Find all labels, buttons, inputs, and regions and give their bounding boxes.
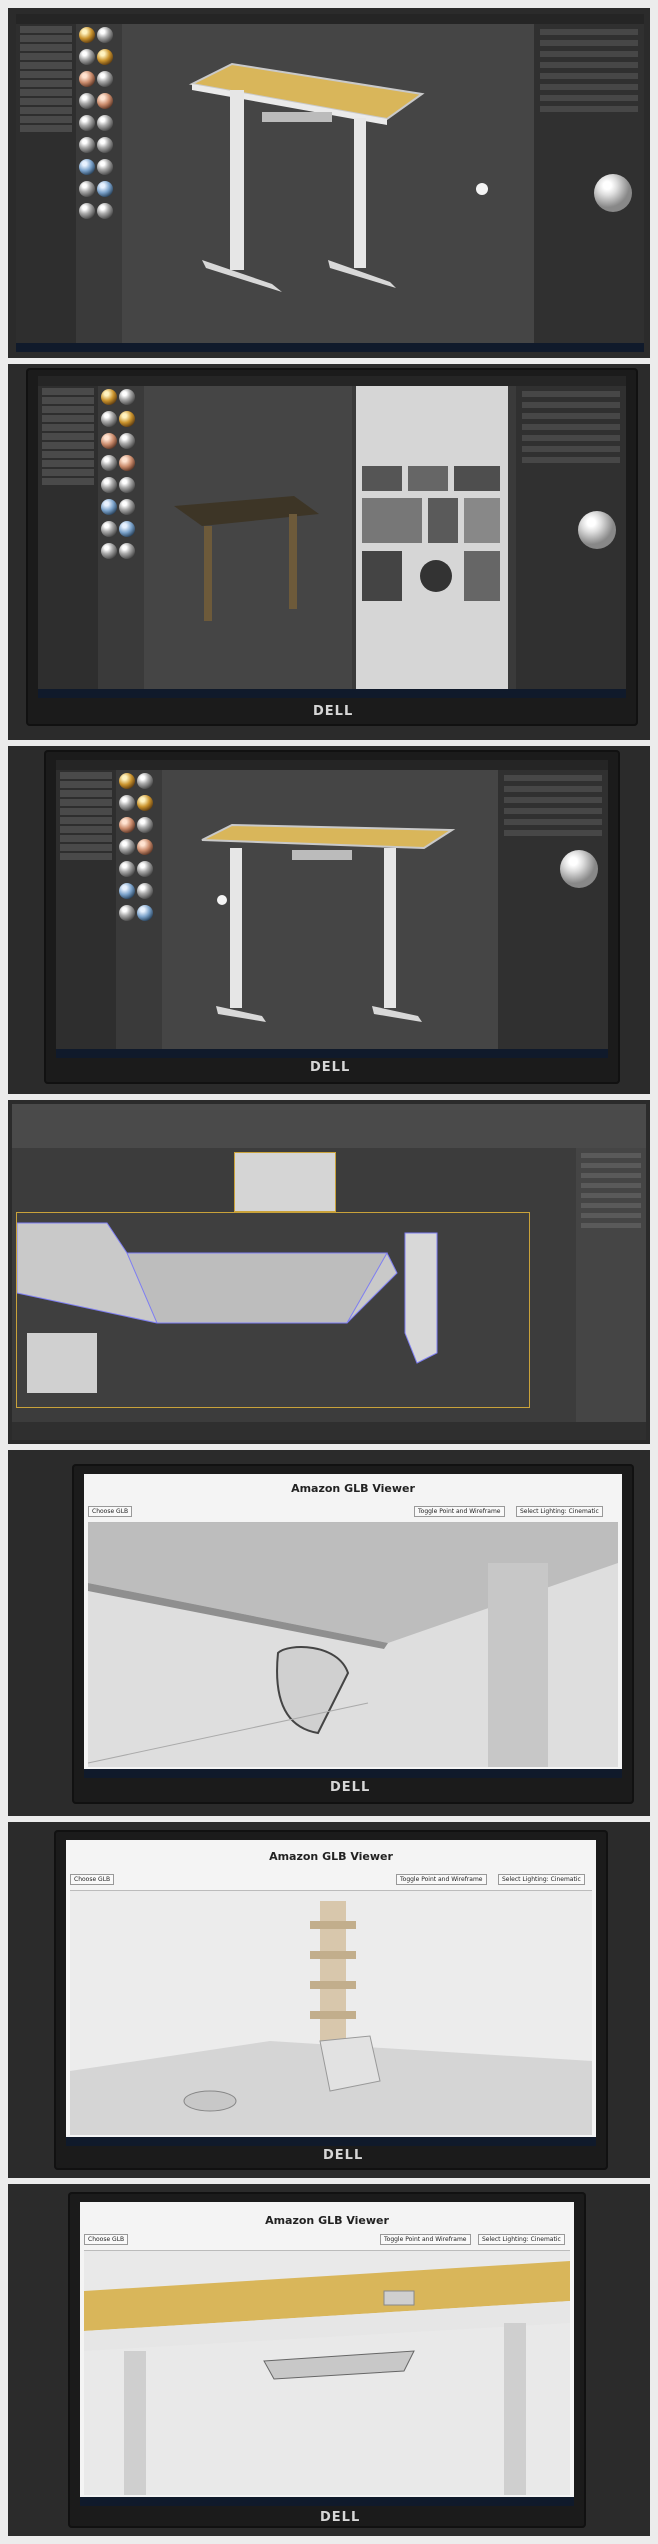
menu-bar <box>16 14 644 24</box>
cable-spine-render <box>70 1901 592 2135</box>
monitor-screen: Amazon GLB Viewer Choose GLB Toggle Poin… <box>66 1840 596 2146</box>
monitor-brand-logo: DELL <box>320 2510 361 2525</box>
photo-4-3dsmax-modeling <box>8 1100 650 1444</box>
taskbar <box>56 1049 608 1058</box>
lighting-select[interactable]: Select Lighting: Cinematic <box>516 1506 603 1517</box>
taskbar <box>16 343 644 352</box>
layer-panel <box>38 386 98 689</box>
choose-glb-button[interactable]: Choose GLB <box>88 1506 133 1517</box>
viewer-title: Amazon GLB Viewer <box>265 2214 389 2227</box>
photo-3-substance-painter: DELL <box>8 746 650 1094</box>
material-library <box>78 26 118 224</box>
lighting-select[interactable]: Select Lighting: Cinematic <box>478 2234 565 2245</box>
photo-6-glb-viewer: Amazon GLB Viewer Choose GLB Toggle Poin… <box>8 1822 650 2178</box>
glb-canvas[interactable] <box>84 2250 570 2495</box>
uv-map-viewport[interactable] <box>356 386 508 689</box>
toggle-wireframe-button[interactable]: Toggle Point and Wireframe <box>414 1506 505 1517</box>
choose-glb-button[interactable]: Choose GLB <box>70 1874 115 1885</box>
material-library <box>100 388 140 564</box>
menu-bar <box>56 760 608 770</box>
glb-canvas[interactable] <box>70 1890 592 2135</box>
monitor-screen <box>56 760 608 1058</box>
desk-render <box>188 62 488 292</box>
monitor-screen <box>12 1104 646 1440</box>
material-preview-sphere <box>578 511 616 549</box>
toggle-wireframe-button[interactable]: Toggle Point and Wireframe <box>380 2234 471 2245</box>
material-library <box>118 772 158 926</box>
3d-viewport[interactable] <box>162 770 498 1049</box>
taskbar <box>84 1769 622 1778</box>
desk-render <box>174 496 319 621</box>
command-panel <box>576 1148 646 1422</box>
layer-panel <box>16 24 76 343</box>
photo-1-substance-painter <box>8 8 650 358</box>
material-preview-sphere <box>560 850 598 888</box>
monitor-brand-logo: DELL <box>313 704 354 719</box>
photo-2-uv-layout: DELL <box>8 364 650 740</box>
thumbnail-viewport <box>234 1152 336 1212</box>
glb-canvas[interactable] <box>87 1522 618 1767</box>
layer-panel <box>56 770 116 1049</box>
taskbar <box>38 689 626 698</box>
monitor-screen <box>16 14 644 352</box>
desk-render <box>201 823 456 1022</box>
taskbar <box>66 2137 596 2146</box>
photo-7-glb-viewer: Amazon GLB Viewer Choose GLB Toggle Poin… <box>8 2184 650 2536</box>
toggle-wireframe-button[interactable]: Toggle Point and Wireframe <box>396 1874 487 1885</box>
viewer-title: Amazon GLB Viewer <box>269 1850 393 1863</box>
uv-islands <box>362 466 500 601</box>
properties-panel <box>498 770 608 1049</box>
viewer-title: Amazon GLB Viewer <box>291 1482 415 1495</box>
monitor-screen <box>38 376 626 698</box>
monitor-brand-logo: DELL <box>330 1780 371 1795</box>
choose-glb-button[interactable]: Choose GLB <box>84 2234 129 2245</box>
monitor-screen: Amazon GLB Viewer Choose GLB Toggle Poin… <box>84 1474 622 1778</box>
desk-underside-render <box>84 2261 570 2495</box>
3d-viewport[interactable] <box>144 386 352 689</box>
desk-closeup-render <box>87 1523 618 1767</box>
monitor-brand-logo: DELL <box>310 1060 351 1075</box>
lighting-select[interactable]: Select Lighting: Cinematic <box>498 1874 585 1885</box>
taskbar <box>80 2497 574 2506</box>
status-bar <box>12 1422 646 1440</box>
monitor-screen: Amazon GLB Viewer Choose GLB Toggle Poin… <box>80 2202 574 2506</box>
monitor-brand-logo: DELL <box>323 2148 364 2163</box>
3d-viewport[interactable] <box>16 1212 530 1408</box>
desk-frame-wireframe <box>16 1222 438 1393</box>
menu-bar <box>38 376 626 386</box>
3d-viewport[interactable] <box>122 24 534 343</box>
material-preview-sphere <box>594 174 632 212</box>
toolbar <box>12 1104 646 1148</box>
photo-5-glb-viewer: Amazon GLB Viewer Choose GLB Toggle Poin… <box>8 1450 650 1816</box>
